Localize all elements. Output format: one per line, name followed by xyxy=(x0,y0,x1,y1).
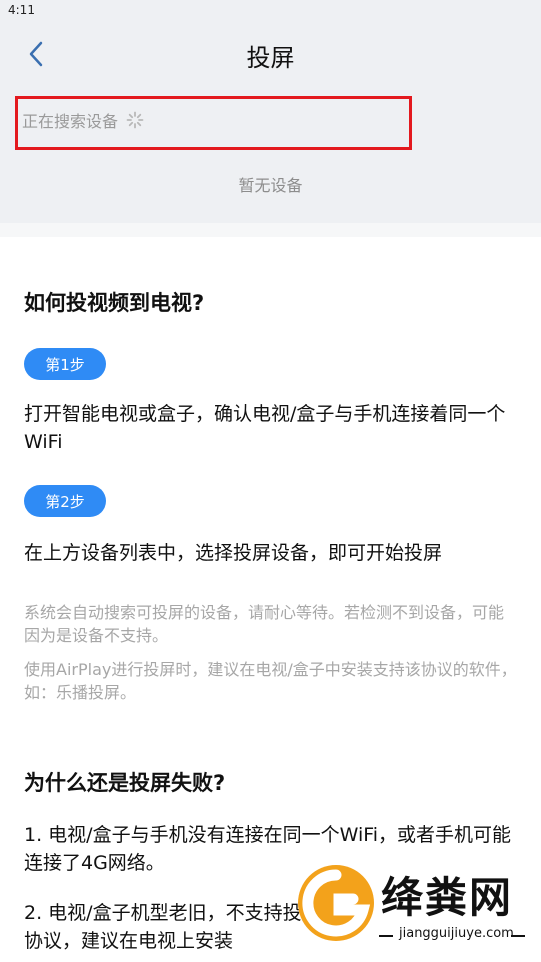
reason-2-text: 2. 电视/盒子机型老旧，不支持投屏协议，建议在电视上安装 xyxy=(24,902,321,952)
watermark-line-right xyxy=(511,935,525,937)
no-device-text: 暂无设备 xyxy=(238,176,303,195)
step-1-badge: 第1步 xyxy=(24,348,106,380)
highlight-box xyxy=(15,96,412,150)
watermark: 绛粪网 jiangguijiuye.com xyxy=(295,858,535,958)
note-auto-search: 系统会自动搜索可投屏的设备，请耐心等待。若检测不到设备，可能因为是设备不支持。 xyxy=(24,603,505,645)
step-2-text: 在上方设备列表中，选择投屏设备，即可开始投屏 xyxy=(24,542,443,564)
heading-why-fail: 为什么还是投屏失败? xyxy=(24,771,226,795)
section-divider xyxy=(0,223,541,237)
watermark-logo-icon xyxy=(298,865,374,941)
device-list-panel: 正在搜索设备 暂无设备 xyxy=(0,86,541,223)
status-bar: 4:11 xyxy=(0,0,541,22)
page-title: 投屏 xyxy=(246,44,295,72)
note-airplay: 使用AirPlay进行投屏时，建议在电视/盒子中安装支持该协议的软件，如：乐播投… xyxy=(24,660,517,702)
step-1-text: 打开智能电视或盒子，确认电视/盒子与手机连接着同一个WiFi xyxy=(24,403,506,453)
watermark-brand: 绛粪网 xyxy=(381,873,514,922)
watermark-line-left xyxy=(379,935,393,937)
heading-how-to-cast: 如何投视频到电视? xyxy=(24,291,205,315)
status-time: 4:11 xyxy=(8,3,35,17)
watermark-url: jiangguijiuye.com xyxy=(399,926,514,941)
nav-bar: 投屏 xyxy=(0,22,541,86)
step-2-badge: 第2步 xyxy=(24,485,106,517)
